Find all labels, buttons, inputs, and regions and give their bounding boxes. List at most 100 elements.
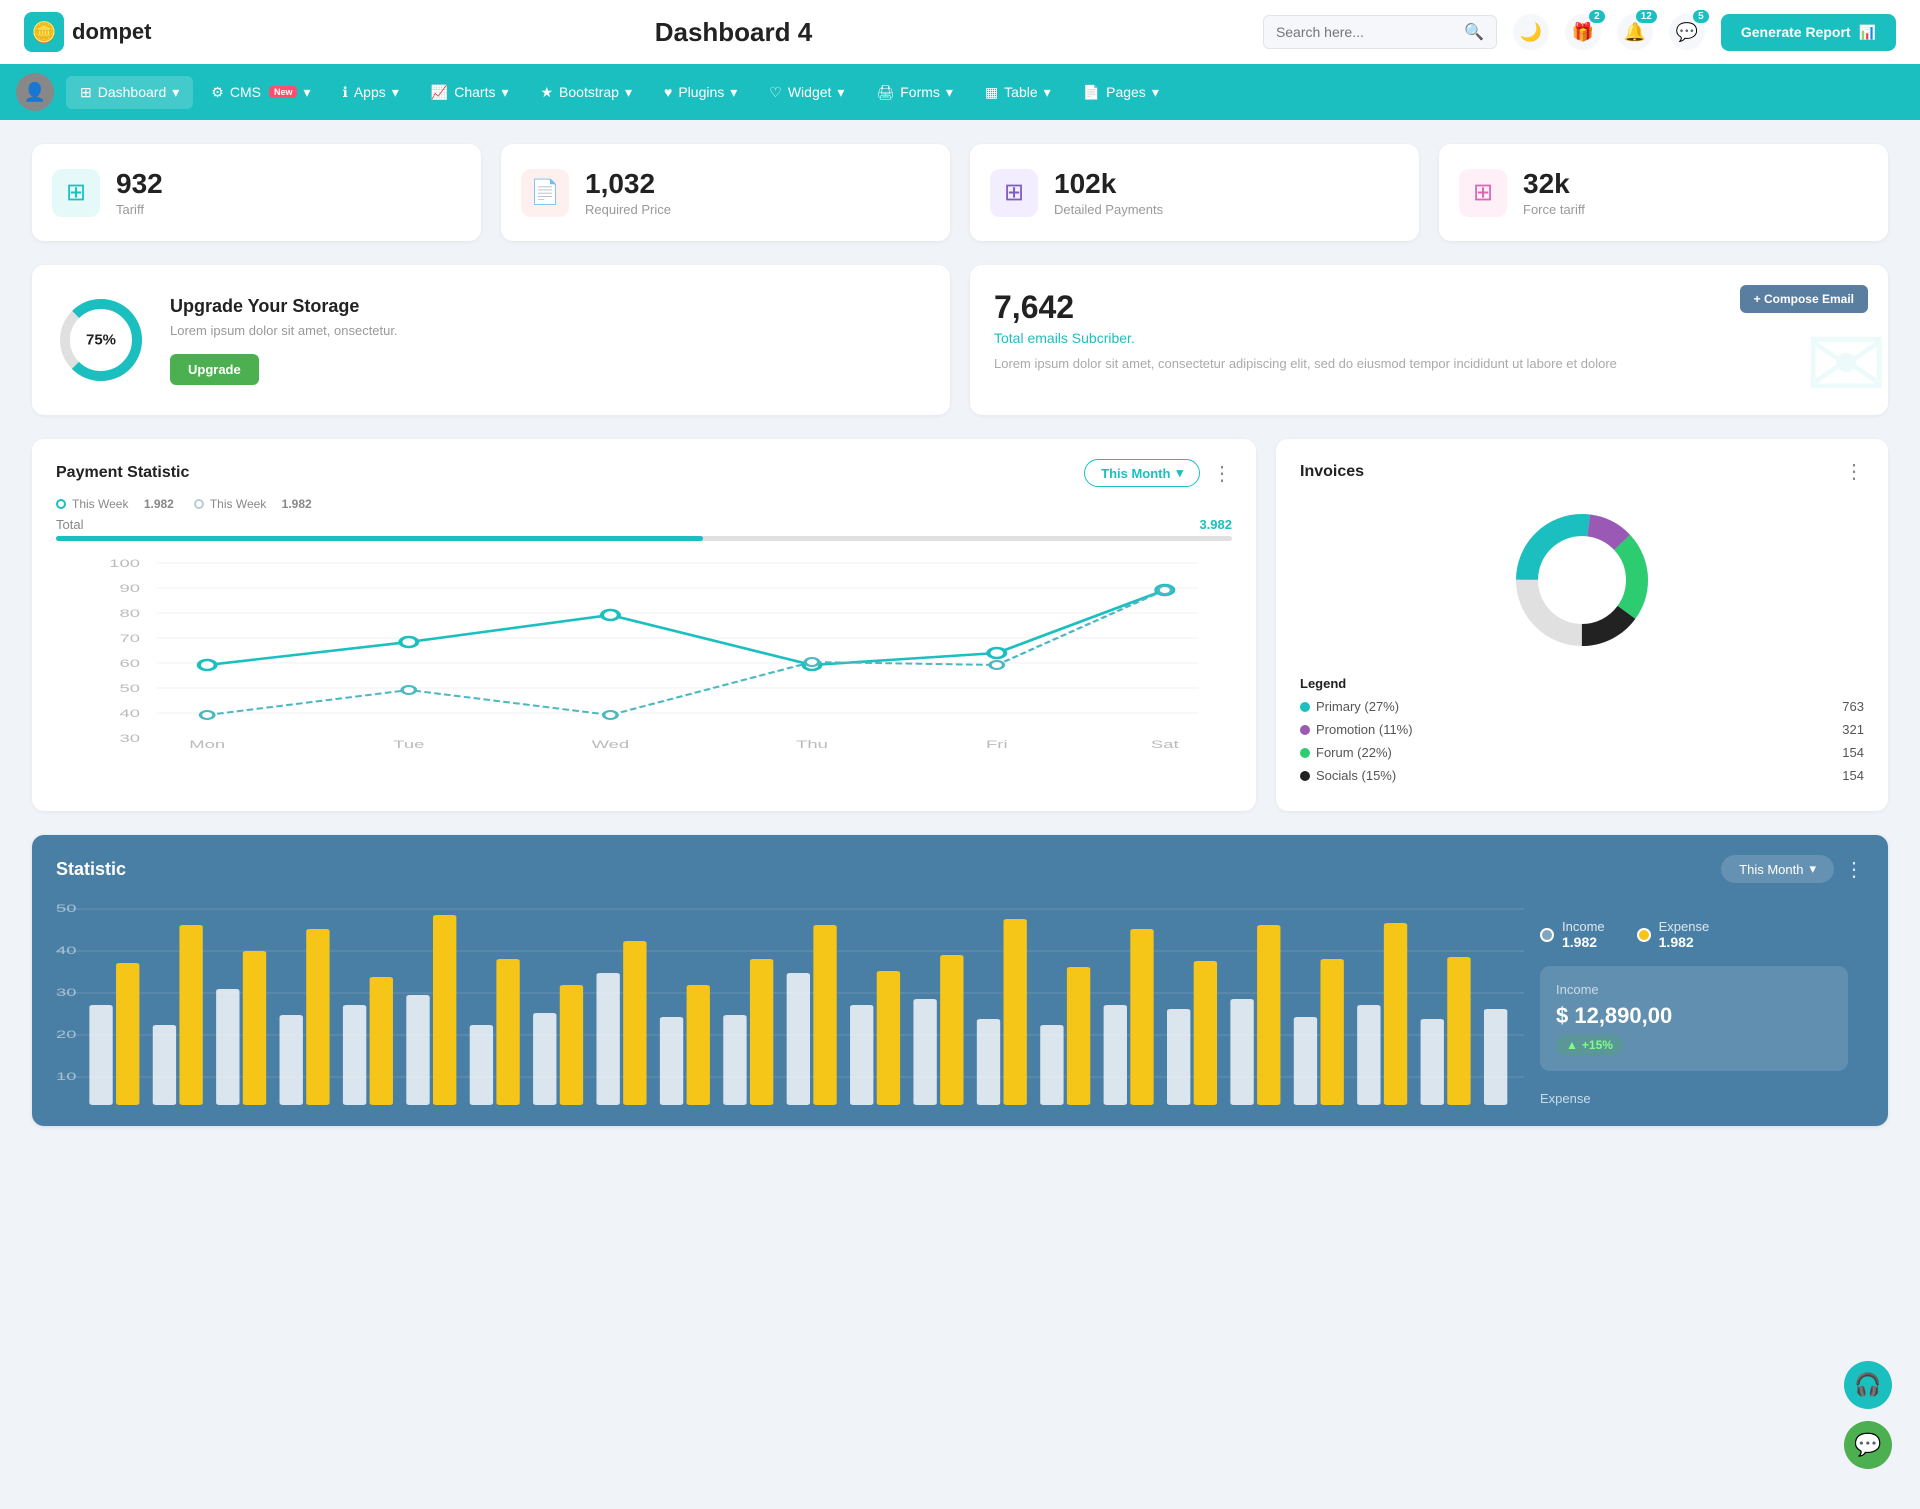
income-legend-item: Income 1.982 <box>1540 919 1605 950</box>
svg-text:80: 80 <box>119 608 140 620</box>
statistic-header: Statistic This Month ▾ ⋮ <box>56 855 1864 883</box>
charts-icon: 📈 <box>431 84 448 101</box>
progress-fill <box>56 536 703 541</box>
email-card: + Compose Email 7,642 Total emails Subcr… <box>970 265 1888 415</box>
chat-icon: 💬 <box>1676 22 1698 43</box>
nav-item-bootstrap[interactable]: ★ Bootstrap ▾ <box>526 76 646 109</box>
bell-btn[interactable]: 🔔 12 <box>1617 14 1653 50</box>
storage-info: Upgrade Your Storage Lorem ipsum dolor s… <box>170 296 398 385</box>
email-bg-icon: ✉ <box>1804 315 1888 415</box>
svg-text:Thu: Thu <box>796 739 828 751</box>
inv-legend-item-forum: Forum (22%) 154 <box>1300 745 1864 760</box>
stat-card-tariff: ⊞ 932 Tariff <box>32 144 481 241</box>
dashboard-icon: ⊞ <box>80 84 92 101</box>
primary-value: 763 <box>1842 699 1864 714</box>
filter-label: This Month <box>1101 466 1170 481</box>
avatar: 👤 <box>16 73 54 111</box>
chat-bubble-icon: 💬 <box>1854 1432 1881 1458</box>
svg-text:50: 50 <box>119 683 140 695</box>
logo-area: 🪙 dompet <box>24 12 204 52</box>
tariff-value: 932 <box>116 168 163 200</box>
legend-item-1: This Week 1.982 <box>56 497 174 511</box>
socials-dot <box>1300 771 1310 781</box>
invoices-more-button[interactable]: ⋮ <box>1844 459 1864 484</box>
search-input[interactable] <box>1276 24 1456 40</box>
detailed-payments-icon: ⊞ <box>990 169 1038 217</box>
promotion-label: Promotion (11%) <box>1316 722 1413 737</box>
main-content: ⊞ 932 Tariff 📄 1,032 Required Price ⊞ 10… <box>0 120 1920 1150</box>
chart-inv-row: Payment Statistic This Month ▾ ⋮ This We… <box>32 439 1888 811</box>
gift-btn[interactable]: 🎁 2 <box>1565 14 1601 50</box>
statistic-more-button[interactable]: ⋮ <box>1844 857 1864 882</box>
svg-text:100: 100 <box>109 558 140 570</box>
svg-text:Sat: Sat <box>1151 739 1180 751</box>
bell-badge: 12 <box>1636 10 1657 23</box>
inv-legend-item-promotion: Promotion (11%) 321 <box>1300 722 1864 737</box>
chat-btn[interactable]: 💬 5 <box>1669 14 1705 50</box>
chevron-down-icon-cms: ▾ <box>303 84 310 101</box>
chat-fab-button[interactable]: 💬 <box>1844 1421 1892 1469</box>
header-right: 🔍 🌙 🎁 2 🔔 12 💬 5 Generate Report 📊 <box>1263 14 1896 51</box>
force-tariff-label: Force tariff <box>1523 202 1585 217</box>
statistic-month-filter-button[interactable]: This Month ▾ <box>1721 855 1834 883</box>
invoices-legend: Legend Primary (27%) 763 Promotion (11%)… <box>1300 676 1864 783</box>
nav-item-cms[interactable]: ⚙ CMS New ▾ <box>197 76 324 109</box>
stat-info-detailed-payments: 102k Detailed Payments <box>1054 168 1163 217</box>
statistic-card: Statistic This Month ▾ ⋮ 50 40 <box>32 835 1888 1126</box>
support-fab-button[interactable]: 🎧 <box>1844 1361 1892 1409</box>
svg-text:Mon: Mon <box>189 739 225 751</box>
page-title: Dashboard 4 <box>204 17 1263 48</box>
income-box-title: Income <box>1556 982 1832 997</box>
income-box-amount: $ 12,890,00 <box>1556 1003 1832 1029</box>
tariff-label: Tariff <box>116 202 163 217</box>
nav-item-widget[interactable]: ♡ Widget ▾ <box>755 76 858 109</box>
expense-label: Expense <box>1540 1091 1848 1106</box>
widget-icon: ♡ <box>769 84 782 101</box>
chevron-down-icon-filter: ▾ <box>1176 465 1183 481</box>
bell-icon: 🔔 <box>1624 22 1646 43</box>
svg-text:70: 70 <box>119 633 140 645</box>
upgrade-button[interactable]: Upgrade <box>170 354 259 385</box>
income-box: Income $ 12,890,00 ▲ +15% <box>1540 966 1848 1071</box>
moon-btn[interactable]: 🌙 <box>1513 14 1549 50</box>
moon-icon: 🌙 <box>1520 22 1542 43</box>
legend-row: This Week 1.982 This Week 1.982 <box>56 497 1232 511</box>
detailed-payments-value: 102k <box>1054 168 1163 200</box>
search-box[interactable]: 🔍 <box>1263 15 1497 49</box>
pages-icon: 📄 <box>1083 84 1100 101</box>
nav-bar: 👤 ⊞ Dashboard ▾ ⚙ CMS New ▾ ℹ Apps ▾ 📈 C… <box>0 64 1920 120</box>
forms-icon: 🖨 <box>876 84 894 101</box>
logo-icon: 🪙 <box>24 12 64 52</box>
svg-text:10: 10 <box>56 1071 76 1083</box>
nav-item-table[interactable]: ▦ Table ▾ <box>971 76 1065 109</box>
generate-report-button[interactable]: Generate Report 📊 <box>1721 14 1896 51</box>
stat-info-required-price: 1,032 Required Price <box>585 168 671 217</box>
chevron-down-icon-bootstrap: ▾ <box>625 84 632 101</box>
nav-item-apps[interactable]: ℹ Apps ▾ <box>329 76 413 109</box>
forum-dot <box>1300 748 1310 758</box>
nav-item-pages[interactable]: 📄 Pages ▾ <box>1069 76 1173 109</box>
this-month-filter-button[interactable]: This Month ▾ <box>1084 459 1200 487</box>
inv-legend-item-primary: Primary (27%) 763 <box>1300 699 1864 714</box>
stats-row: ⊞ 932 Tariff 📄 1,032 Required Price ⊞ 10… <box>32 144 1888 241</box>
promotion-value: 321 <box>1842 722 1864 737</box>
svg-text:50: 50 <box>56 903 76 915</box>
chevron-down-icon-forms: ▾ <box>946 84 953 101</box>
more-options-button[interactable]: ⋮ <box>1212 461 1232 486</box>
payment-title: Payment Statistic <box>56 464 189 482</box>
income-legend-val: 1.982 <box>1562 934 1605 950</box>
svg-text:Fri: Fri <box>986 739 1008 751</box>
nav-item-dashboard[interactable]: ⊞ Dashboard ▾ <box>66 76 193 109</box>
income-legend-dot <box>1540 928 1554 942</box>
storage-percent: 75% <box>86 332 116 349</box>
nav-item-forms[interactable]: 🖨 Forms ▾ <box>862 76 966 109</box>
forum-label: Forum (22%) <box>1316 745 1392 760</box>
nav-item-plugins[interactable]: ♥ Plugins ▾ <box>650 76 751 109</box>
chevron-down-icon-charts: ▾ <box>501 84 508 101</box>
storage-card: 75% Upgrade Your Storage Lorem ipsum dol… <box>32 265 950 415</box>
chevron-down-icon-plugins: ▾ <box>730 84 737 101</box>
apps-icon: ℹ <box>343 84 348 101</box>
nav-item-charts[interactable]: 📈 Charts ▾ <box>417 76 523 109</box>
mid-row: 75% Upgrade Your Storage Lorem ipsum dol… <box>32 265 1888 415</box>
payment-card: Payment Statistic This Month ▾ ⋮ This We… <box>32 439 1256 811</box>
